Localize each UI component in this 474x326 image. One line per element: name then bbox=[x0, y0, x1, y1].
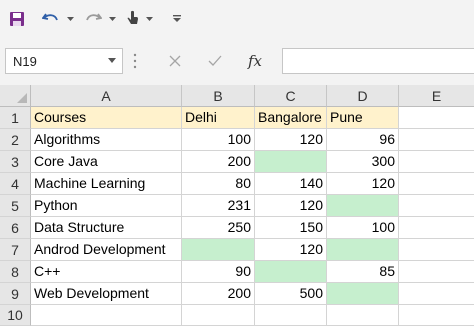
column-header-e[interactable]: E bbox=[399, 85, 474, 107]
row-header-5[interactable]: 5 bbox=[0, 195, 31, 217]
cell-c7[interactable]: 120 bbox=[255, 239, 327, 261]
cell-c5[interactable]: 120 bbox=[255, 195, 327, 217]
row-header-2[interactable]: 2 bbox=[0, 129, 31, 151]
row-header-3[interactable]: 3 bbox=[0, 151, 31, 173]
quick-access-toolbar bbox=[0, 0, 474, 40]
cell-e7[interactable] bbox=[399, 239, 474, 261]
cell-d6[interactable]: 100 bbox=[327, 217, 399, 239]
row-header-7[interactable]: 7 bbox=[0, 239, 31, 261]
cell-d9[interactable] bbox=[327, 283, 399, 305]
cell-e9[interactable] bbox=[399, 283, 474, 305]
row-header-6[interactable]: 6 bbox=[0, 217, 31, 239]
cell-a8[interactable]: C++ bbox=[31, 261, 182, 283]
cell-b6[interactable]: 250 bbox=[182, 217, 255, 239]
cell-d1[interactable]: Pune bbox=[327, 107, 399, 129]
cell-c8[interactable] bbox=[255, 261, 327, 283]
column-header-d[interactable]: D bbox=[327, 85, 399, 107]
undo-dropdown-icon[interactable] bbox=[64, 8, 76, 30]
row-header-10[interactable]: 10 bbox=[0, 305, 31, 326]
cell-c3[interactable] bbox=[255, 151, 327, 173]
cell-d7[interactable] bbox=[327, 239, 399, 261]
name-box-value: N19 bbox=[13, 54, 37, 69]
row-header-4[interactable]: 4 bbox=[0, 173, 31, 195]
touch-mode-dropdown-icon[interactable] bbox=[144, 8, 154, 30]
cancel-icon[interactable] bbox=[160, 48, 190, 74]
cell-a9[interactable]: Web Development bbox=[31, 283, 182, 305]
cell-a5[interactable]: Python bbox=[31, 195, 182, 217]
cell-e6[interactable] bbox=[399, 217, 474, 239]
cell-b1[interactable]: Delhi bbox=[182, 107, 255, 129]
cell-c9[interactable]: 500 bbox=[255, 283, 327, 305]
row-header-8[interactable]: 8 bbox=[0, 261, 31, 283]
cell-c1[interactable]: Bangalore bbox=[255, 107, 327, 129]
cell-d10[interactable] bbox=[327, 305, 399, 326]
fx-label: fx bbox=[247, 52, 262, 70]
redo-icon[interactable] bbox=[80, 8, 106, 30]
column-header-a[interactable]: A bbox=[31, 85, 182, 107]
formula-bar-grip-icon[interactable] bbox=[133, 52, 137, 70]
row-header-9[interactable]: 9 bbox=[0, 283, 31, 305]
cell-c4[interactable]: 140 bbox=[255, 173, 327, 195]
cell-e4[interactable] bbox=[399, 173, 474, 195]
cell-b7[interactable] bbox=[182, 239, 255, 261]
touch-mode-icon[interactable] bbox=[122, 8, 144, 30]
cell-a7[interactable]: Androd Development bbox=[31, 239, 182, 261]
cell-d3[interactable]: 300 bbox=[327, 151, 399, 173]
cell-c10[interactable] bbox=[255, 305, 327, 326]
cell-b5[interactable]: 231 bbox=[182, 195, 255, 217]
cell-a3[interactable]: Core Java bbox=[31, 151, 182, 173]
cell-a4[interactable]: Machine Learning bbox=[31, 173, 182, 195]
save-icon[interactable] bbox=[6, 8, 28, 30]
cell-d8[interactable]: 85 bbox=[327, 261, 399, 283]
cell-a1[interactable]: Courses bbox=[31, 107, 182, 129]
insert-function-button[interactable]: fx bbox=[240, 48, 270, 74]
column-header-c[interactable]: C bbox=[255, 85, 327, 107]
redo-dropdown-icon[interactable] bbox=[106, 8, 118, 30]
cell-e2[interactable] bbox=[399, 129, 474, 151]
cell-a10[interactable] bbox=[31, 305, 182, 326]
cell-a6[interactable]: Data Structure bbox=[31, 217, 182, 239]
cell-e3[interactable] bbox=[399, 151, 474, 173]
cell-e10[interactable] bbox=[399, 305, 474, 326]
select-all-triangle-icon bbox=[17, 93, 27, 103]
select-all-button[interactable] bbox=[0, 85, 31, 107]
undo-icon[interactable] bbox=[38, 8, 64, 30]
name-box[interactable]: N19 bbox=[5, 48, 123, 74]
cell-b8[interactable]: 90 bbox=[182, 261, 255, 283]
cell-b10[interactable] bbox=[182, 305, 255, 326]
column-header-b[interactable]: B bbox=[182, 85, 255, 107]
enter-check-icon[interactable] bbox=[200, 48, 230, 74]
cell-d4[interactable]: 120 bbox=[327, 173, 399, 195]
cell-a2[interactable]: Algorithms bbox=[31, 129, 182, 151]
formula-input[interactable] bbox=[282, 48, 474, 74]
cell-c2[interactable]: 120 bbox=[255, 129, 327, 151]
cell-e1[interactable] bbox=[399, 107, 474, 129]
name-box-dropdown-icon[interactable] bbox=[108, 58, 116, 64]
cell-b9[interactable]: 200 bbox=[182, 283, 255, 305]
row-header-1[interactable]: 1 bbox=[0, 107, 31, 129]
cell-c6[interactable]: 150 bbox=[255, 217, 327, 239]
customize-toolbar-icon[interactable] bbox=[170, 8, 184, 30]
cell-b3[interactable]: 200 bbox=[182, 151, 255, 173]
cell-d2[interactable]: 96 bbox=[327, 129, 399, 151]
cell-e5[interactable] bbox=[399, 195, 474, 217]
cell-b2[interactable]: 100 bbox=[182, 129, 255, 151]
cell-b4[interactable]: 80 bbox=[182, 173, 255, 195]
formula-buttons: fx bbox=[150, 48, 276, 74]
cell-d5[interactable] bbox=[327, 195, 399, 217]
cell-e8[interactable] bbox=[399, 261, 474, 283]
